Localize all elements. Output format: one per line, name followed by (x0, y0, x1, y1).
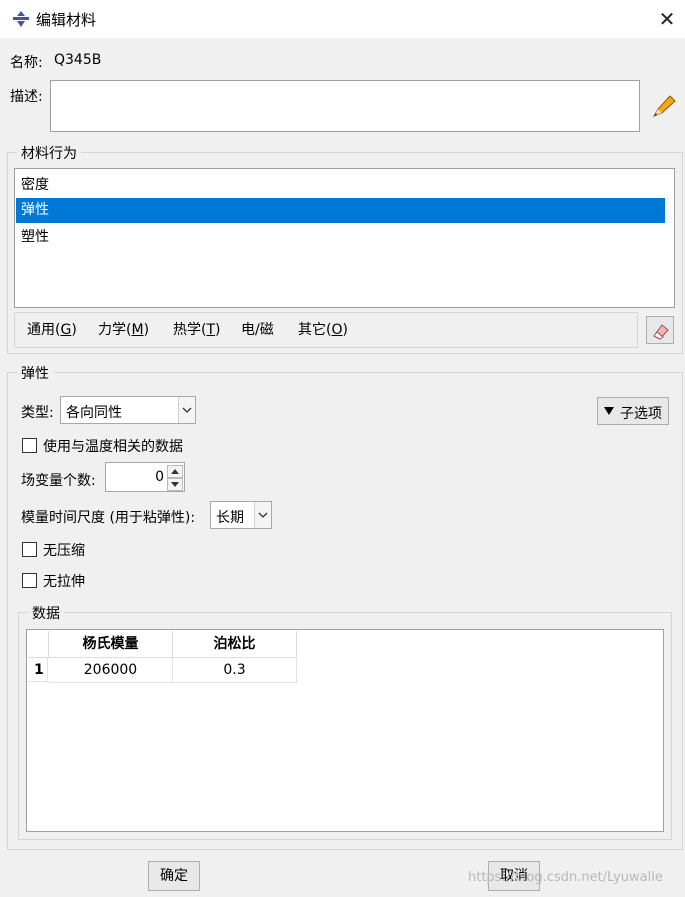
no-tension-checkbox[interactable] (22, 573, 37, 588)
material-app-icon (13, 11, 29, 27)
data-table[interactable]: 杨氏模量 泊松比 1 206000 0.3 (26, 629, 664, 832)
no-tension-label: 无拉伸 (43, 574, 85, 590)
no-compression-checkbox[interactable] (22, 542, 37, 557)
table-corner-header (28, 631, 49, 658)
field-variables-label: 场变量个数: (21, 473, 96, 489)
type-label: 类型: (21, 405, 54, 421)
temperature-dependent-checkbox[interactable] (22, 438, 37, 453)
spin-up-button[interactable] (167, 465, 183, 478)
ok-button[interactable]: 确定 (148, 861, 200, 891)
elastic-group-title: 弹性 (17, 363, 53, 383)
spin-down-button[interactable] (167, 478, 183, 491)
menu-mechanical[interactable]: 力学(M) (98, 319, 149, 339)
behavior-list[interactable]: 密度 弹性 塑性 (14, 168, 675, 308)
behavior-item-density[interactable]: 密度 (16, 173, 665, 198)
triangle-down-icon (604, 407, 614, 415)
name-label: 名称: (10, 55, 43, 71)
spin-down-icon (171, 482, 179, 487)
moduli-time-scale-select[interactable]: 长期 (210, 501, 272, 529)
type-select[interactable]: 各向同性 (60, 396, 196, 424)
data-group-title: 数据 (28, 603, 64, 623)
table-cell-poisson-ratio[interactable]: 0.3 (173, 658, 297, 683)
title-bar: 编辑材料 ✕ (0, 0, 685, 38)
temperature-dependent-label: 使用与温度相关的数据 (43, 439, 183, 455)
menu-thermal[interactable]: 热学(T) (173, 319, 221, 339)
behavior-item-plastic[interactable]: 塑性 (16, 225, 665, 250)
watermark-text: https://blog.csdn.net/Lyuwalle (468, 870, 663, 885)
no-compression-label: 无压缩 (43, 543, 85, 559)
delete-behavior-button[interactable] (646, 316, 674, 344)
close-button[interactable]: ✕ (652, 4, 682, 34)
window-title: 编辑材料 (36, 11, 97, 29)
material-behaviors-title: 材料行为 (17, 143, 81, 163)
close-icon: ✕ (658, 7, 676, 31)
field-variables-spinbox[interactable]: 0 (105, 462, 185, 492)
material-name-value: Q345B (54, 52, 102, 68)
menu-other[interactable]: 其它(O) (298, 319, 348, 339)
table-cell-youngs-modulus[interactable]: 206000 (49, 658, 173, 683)
description-label: 描述: (10, 89, 43, 105)
column-header-poisson-ratio[interactable]: 泊松比 (173, 631, 297, 658)
behavior-menu-bar: 通用(G) 力学(M) 热学(T) 电/磁 其它(O) (14, 312, 638, 348)
column-header-youngs-modulus[interactable]: 杨氏模量 (49, 631, 173, 658)
behavior-item-elastic[interactable]: 弹性 (16, 198, 665, 223)
menu-general[interactable]: 通用(G) (27, 319, 77, 339)
menu-electromagnetic[interactable]: 电/磁 (241, 319, 274, 339)
chevron-down-icon (258, 512, 268, 518)
pencil-icon[interactable] (650, 92, 678, 120)
moduli-time-scale-label: 模量时间尺度 (用于粘弹性): (21, 510, 196, 526)
spin-up-icon (171, 469, 179, 474)
eraser-icon (653, 324, 669, 340)
description-input[interactable] (50, 80, 640, 132)
row-index: 1 (28, 658, 48, 682)
suboptions-button[interactable]: 子选项 (597, 397, 669, 425)
chevron-down-icon (182, 407, 192, 413)
